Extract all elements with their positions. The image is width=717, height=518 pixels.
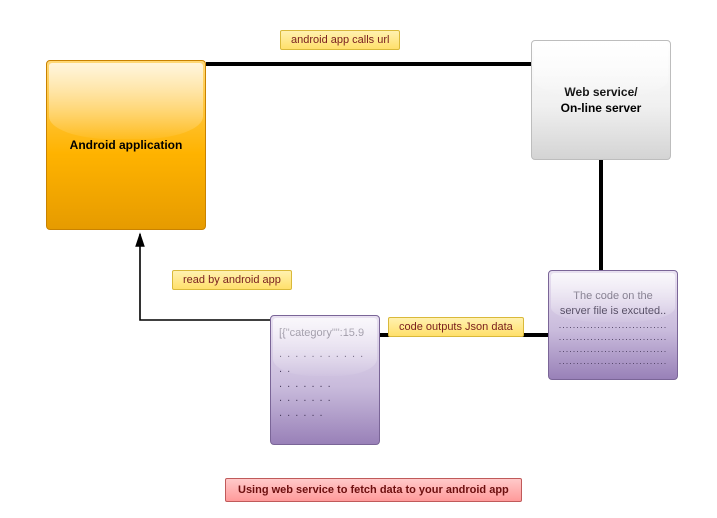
dots: . . . . . . . [279,377,332,392]
serverfile-text-2: server file is excuted.. [560,304,666,319]
node-server-file: The code on the server file is excuted..… [548,270,678,380]
json-sample: [{"category"":15.9 [279,326,364,341]
dots: ............................... [559,319,668,331]
dots: ............................... [559,331,668,343]
edge-label-read: read by android app [172,270,292,290]
server-label-1: Web service/ [564,84,637,100]
diagram-caption: Using web service to fetch data to your … [225,478,522,502]
server-label-2: On-line server [561,100,642,116]
dots: ............................... [559,355,668,367]
dots: . . . . . . . [279,391,332,406]
node-json-output: [{"category"":15.9 . . . . . . . . . . .… [270,315,380,445]
android-label: Android application [70,137,183,153]
node-web-service: Web service/ On-line server [531,40,671,160]
serverfile-text-1: The code on the [573,289,653,304]
edge-label-output: code outputs Json data [388,317,524,337]
dots: ............................... [559,343,668,355]
node-android-application: Android application [46,60,206,230]
dots: . . . . . . . . . . . . . [279,347,371,377]
dots: . . . . . . [279,406,324,421]
edge-label-call-url: android app calls url [280,30,400,50]
